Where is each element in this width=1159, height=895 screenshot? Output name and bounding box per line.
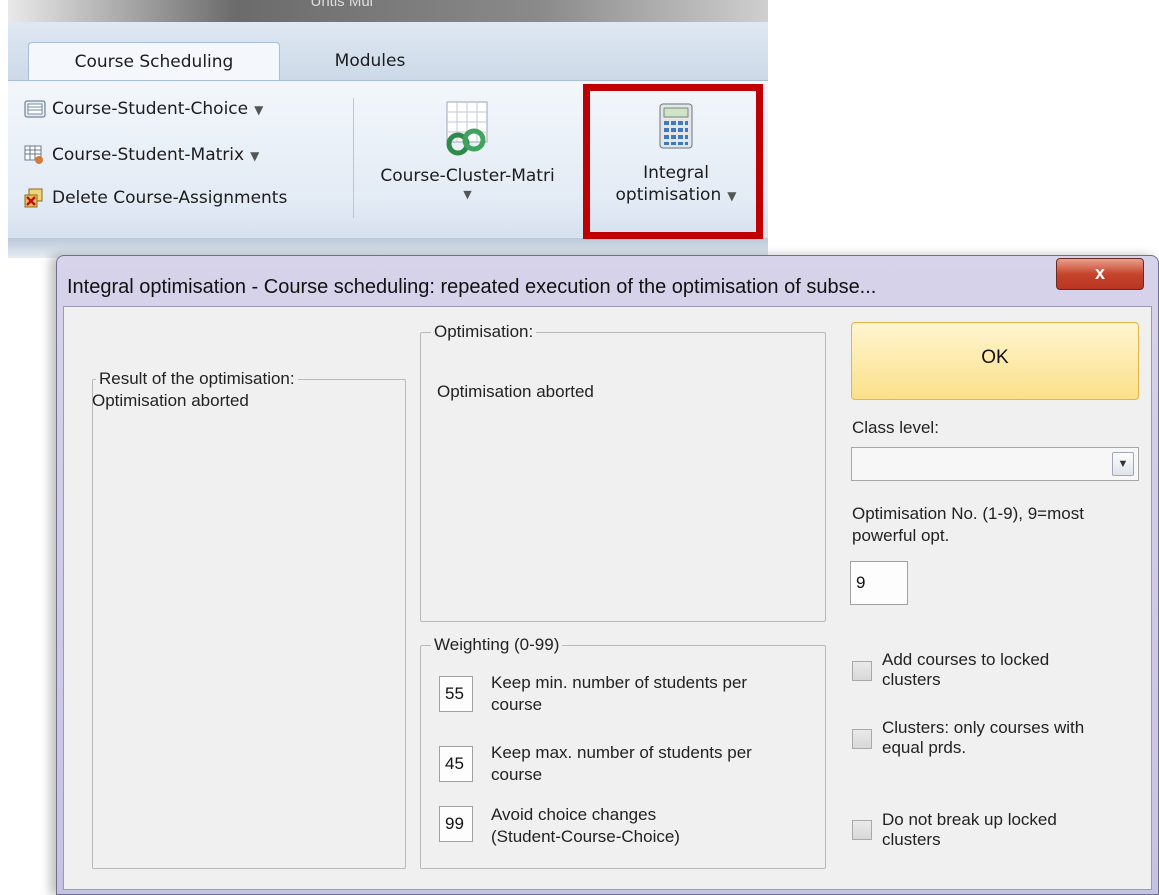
course-student-matrix-button[interactable]: Course-Student-Matrix ▼ (24, 141, 259, 169)
course-cluster-matrix-label: Course-Cluster-Matri (380, 166, 555, 186)
course-student-matrix-label: Course-Student-Matrix (52, 145, 245, 165)
dialog-titlebar: Integral optimisation - Course schedulin… (57, 256, 1158, 306)
max-students-weight-label-line1: Keep max. number of students per (491, 743, 752, 762)
course-student-choice-button[interactable]: Course-Student-Choice ▼ (24, 95, 263, 123)
add-courses-locked-label-line1: Add courses to locked (882, 650, 1050, 669)
course-student-choice-label: Course-Student-Choice (52, 99, 249, 119)
max-students-weight-input[interactable]: 45 (439, 746, 473, 782)
delete-course-assignments-button[interactable]: Delete Course-Assignments (24, 184, 287, 212)
class-level-select[interactable]: ▼ (851, 447, 1139, 481)
min-students-weight-label-line2: course (491, 695, 543, 714)
no-break-locked-label-line2: clusters (882, 830, 941, 849)
app-title: Untis Mul (310, 0, 373, 10)
result-value: Optimisation aborted (92, 391, 249, 410)
no-break-locked-label-line1: Do not break up locked (882, 810, 1057, 829)
chevron-down-icon: ▼ (250, 149, 260, 163)
dialog-client-area: Result of the optimisation: Optimisation… (63, 306, 1152, 890)
equal-prds-label-line2: equal prds. (882, 738, 967, 757)
chevron-down-icon: ▼ (254, 103, 264, 117)
choice-changes-weight-label-line1: Avoid choice changes (491, 805, 657, 824)
highlight-frame (583, 84, 763, 239)
tab-course-scheduling[interactable]: Course Scheduling (28, 42, 280, 83)
course-cluster-matrix-button[interactable]: Course-Cluster-Matri ▼ (360, 96, 575, 216)
delete-course-assignments-label: Delete Course-Assignments (52, 188, 288, 208)
dialog-title: Integral optimisation - Course schedulin… (67, 276, 877, 298)
delete-assignments-icon (24, 188, 46, 208)
max-students-weight-label-line2: course (491, 765, 543, 784)
add-courses-locked-label-line2: clusters (882, 670, 941, 689)
close-button[interactable]: x (1056, 258, 1144, 290)
equal-prds-label-line1: Clusters: only courses with (882, 718, 1085, 737)
ribbon-tab-strip: Course Scheduling Modules (8, 22, 768, 83)
chevron-down-icon: ▼ (463, 188, 472, 201)
min-students-weight-label-line1: Keep min. number of students per (491, 673, 748, 692)
optimisation-no-label-line2: powerful opt. (852, 526, 950, 545)
choice-changes-weight-input[interactable]: 99 (439, 806, 473, 842)
close-icon: x (1094, 263, 1105, 283)
ok-button[interactable]: OK (851, 322, 1139, 400)
integral-optimisation-dialog: Integral optimisation - Course schedulin… (56, 255, 1159, 895)
weighting-group: Weighting (0-99) 55 Keep min. number of … (420, 635, 826, 869)
chevron-down-icon[interactable]: ▼ (1112, 452, 1134, 476)
choice-changes-weight-label-line2: (Student-Course-Choice) (491, 827, 680, 846)
add-courses-locked-checkbox[interactable] (852, 661, 872, 681)
matrix-icon (24, 145, 46, 165)
result-group-label: Result of the optimisation: (96, 369, 298, 389)
optimisation-no-input[interactable]: 9 (850, 561, 908, 605)
tab-modules[interactable]: Modules (290, 42, 450, 82)
optimisation-group: Optimisation: Optimisation aborted (420, 322, 826, 622)
no-break-locked-checkbox[interactable] (852, 820, 872, 840)
optimisation-status: Optimisation aborted (437, 382, 594, 401)
equal-prds-checkbox[interactable] (852, 729, 872, 749)
min-students-weight-input[interactable]: 55 (439, 676, 473, 712)
ribbon-title-bar: Untis Mul (8, 0, 768, 22)
cluster-matrix-icon (444, 100, 492, 158)
optimisation-group-label: Optimisation: (431, 322, 537, 342)
weighting-group-label: Weighting (0-99) (431, 635, 563, 655)
ribbon-separator (353, 98, 354, 218)
result-group: Result of the optimisation: Optimisation… (92, 369, 406, 869)
optimisation-no-label-line1: Optimisation No. (1-9), 9=most (852, 504, 1084, 523)
grid-list-icon (24, 99, 46, 119)
class-level-label: Class level: (852, 418, 939, 437)
